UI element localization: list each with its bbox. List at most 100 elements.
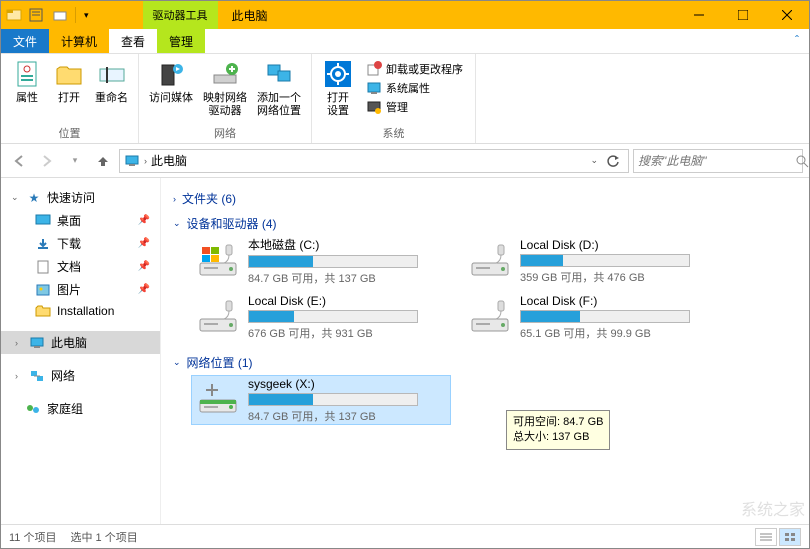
open-button[interactable]: 打开	[49, 56, 89, 107]
status-bar: 11 个项目 选中 1 个项目	[1, 524, 809, 548]
caret-right-icon[interactable]: ›	[15, 338, 25, 348]
nav-documents[interactable]: 文档 📌	[1, 255, 160, 278]
qat-new-folder-icon[interactable]	[49, 8, 71, 22]
manage-button[interactable]: 管理	[362, 98, 467, 116]
context-tab-label: 驱动器工具	[143, 1, 218, 29]
chevron-right-icon[interactable]: ›	[144, 156, 147, 166]
pin-icon: 📌	[138, 238, 156, 249]
star-icon: ★	[25, 191, 43, 205]
tab-manage[interactable]: 管理	[157, 29, 205, 53]
drive-icon	[196, 297, 240, 337]
search-box[interactable]	[633, 149, 803, 173]
drive-capacity-text: 84.7 GB 可用，共 137 GB	[248, 270, 446, 286]
forward-button[interactable]	[35, 149, 59, 173]
drive-item[interactable]: Local Disk (F:) 65.1 GB 可用，共 99.9 GB	[463, 292, 723, 342]
ribbon-tab-strip: 文件 计算机 查看 管理 ˆ	[1, 29, 809, 54]
drive-item[interactable]: Local Disk (E:) 676 GB 可用，共 931 GB	[191, 292, 451, 342]
map-drive-icon	[209, 58, 241, 90]
drive-icon	[468, 297, 512, 337]
desktop-icon	[35, 214, 53, 228]
homegroup-icon	[25, 402, 43, 416]
map-drive-button[interactable]: 映射网络 驱动器	[199, 56, 251, 120]
capacity-bar	[520, 254, 690, 267]
breadcrumb-box[interactable]: › 此电脑 ⌄	[119, 149, 629, 173]
tooltip: 可用空间: 84.7 GB 总大小: 137 GB	[506, 410, 610, 450]
open-folder-icon	[53, 58, 85, 90]
network-location-icon	[263, 58, 295, 90]
section-folders[interactable]: › 文件夹 (6)	[173, 186, 797, 211]
breadcrumb-this-pc[interactable]: 此电脑	[151, 152, 187, 169]
rename-button[interactable]: 重命名	[91, 56, 132, 107]
add-network-location-button[interactable]: 添加一个 网络位置	[253, 56, 305, 120]
system-properties-button[interactable]: 系统属性	[362, 79, 467, 97]
uninstall-programs-button[interactable]: 卸载或更改程序	[362, 60, 467, 78]
network-drive-icon	[196, 380, 240, 420]
pin-icon: 📌	[138, 261, 156, 272]
caret-down-icon[interactable]: ⌄	[11, 192, 21, 203]
qat-dropdown-icon[interactable]: ▾	[80, 10, 93, 21]
drive-item[interactable]: 本地磁盘 (C:) 84.7 GB 可用，共 137 GB	[191, 236, 451, 286]
properties-button[interactable]: 属性	[7, 56, 47, 107]
nav-downloads[interactable]: 下载 📌	[1, 232, 160, 255]
access-media-button[interactable]: 访问媒体	[145, 56, 197, 107]
drive-name: Local Disk (F:)	[520, 294, 718, 308]
open-settings-button[interactable]: 打开 设置	[318, 56, 358, 120]
details-view-button[interactable]	[755, 528, 777, 546]
settings-icon	[322, 58, 354, 90]
window-title: 此电脑	[218, 1, 677, 29]
nav-homegroup[interactable]: 家庭组	[1, 397, 160, 420]
status-selected-count: 选中 1 个项目	[70, 529, 137, 545]
tab-computer[interactable]: 计算机	[49, 29, 109, 53]
uninstall-icon	[366, 61, 382, 77]
properties-icon	[11, 58, 43, 90]
folder-icon	[35, 304, 53, 318]
network-drive-item[interactable]: sysgeek (X:) 84.7 GB 可用，共 137 GB	[191, 375, 451, 425]
caret-right-icon[interactable]: ›	[15, 371, 25, 381]
minimize-button[interactable]	[677, 1, 721, 29]
tab-view[interactable]: 查看	[109, 29, 157, 53]
system-properties-icon	[366, 80, 382, 96]
capacity-bar	[248, 310, 418, 323]
close-button[interactable]	[765, 1, 809, 29]
address-dropdown-icon[interactable]: ⌄	[590, 155, 598, 166]
documents-icon	[35, 260, 53, 274]
tab-file[interactable]: 文件	[1, 29, 49, 53]
group-label-location: 位置	[7, 123, 132, 143]
drive-capacity-text: 359 GB 可用，共 476 GB	[520, 269, 718, 285]
pc-icon	[29, 336, 47, 350]
manage-icon	[366, 99, 382, 115]
content-pane: › 文件夹 (6) ⌄ 设备和驱动器 (4) 本地磁盘 (C:) 84.7 GB…	[161, 178, 809, 524]
collapse-ribbon-icon[interactable]: ˆ	[795, 33, 799, 47]
nav-this-pc[interactable]: › 此电脑	[1, 331, 160, 354]
search-input[interactable]	[638, 154, 795, 168]
chevron-down-icon: ⌄	[173, 218, 181, 229]
back-button[interactable]	[7, 149, 31, 173]
network-icon	[29, 369, 47, 383]
drive-item[interactable]: Local Disk (D:) 359 GB 可用，共 476 GB	[463, 236, 723, 286]
drive-name: sysgeek (X:)	[248, 377, 446, 391]
address-bar: ▾ › 此电脑 ⌄	[1, 144, 809, 178]
title-bar: ▾ 驱动器工具 此电脑	[1, 1, 809, 29]
media-server-icon	[155, 58, 187, 90]
refresh-button[interactable]	[602, 154, 624, 168]
section-network-locations[interactable]: ⌄ 网络位置 (1)	[173, 350, 797, 375]
pc-icon	[124, 153, 140, 169]
drive-capacity-text: 65.1 GB 可用，共 99.9 GB	[520, 325, 718, 341]
nav-quick-access[interactable]: ⌄ ★ 快速访问	[1, 186, 160, 209]
recent-dropdown-icon[interactable]: ▾	[63, 149, 87, 173]
drive-icon	[196, 241, 240, 281]
group-label-system: 系统	[318, 123, 469, 143]
maximize-button[interactable]	[721, 1, 765, 29]
nav-installation[interactable]: Installation	[1, 301, 160, 321]
search-icon[interactable]	[795, 154, 809, 168]
section-drives[interactable]: ⌄ 设备和驱动器 (4)	[173, 211, 797, 236]
chevron-down-icon: ⌄	[173, 357, 181, 368]
nav-network[interactable]: › 网络	[1, 364, 160, 387]
up-button[interactable]	[91, 149, 115, 173]
pin-icon: 📌	[138, 215, 156, 226]
nav-desktop[interactable]: 桌面 📌	[1, 209, 160, 232]
large-icons-view-button[interactable]	[779, 528, 801, 546]
nav-pictures[interactable]: 图片 📌	[1, 278, 160, 301]
rename-icon	[96, 58, 128, 90]
qat-properties-icon[interactable]	[25, 8, 47, 22]
